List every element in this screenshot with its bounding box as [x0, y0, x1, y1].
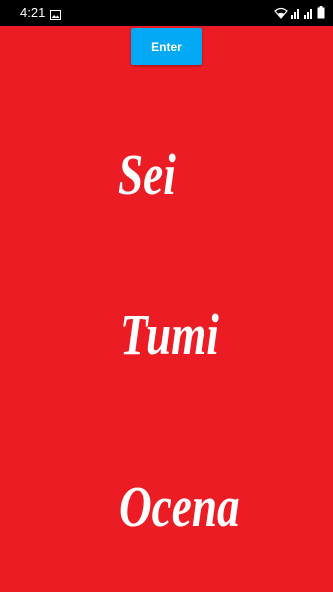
word-tumi: Tumi	[120, 302, 219, 367]
word-sei: Sei	[118, 142, 176, 207]
signal-icon	[291, 6, 301, 24]
image-icon	[50, 7, 61, 20]
signal-icon	[304, 6, 314, 24]
app-screen: 4:21 Enter Sei Tumi Ocena	[0, 0, 333, 592]
word-ocena: Ocena	[119, 474, 240, 539]
battery-icon	[317, 6, 325, 24]
wifi-icon	[274, 6, 288, 24]
enter-button[interactable]: Enter	[131, 28, 202, 65]
status-time: 4:21	[20, 5, 46, 20]
status-bar: 4:21	[0, 0, 333, 26]
status-icons	[274, 6, 325, 24]
